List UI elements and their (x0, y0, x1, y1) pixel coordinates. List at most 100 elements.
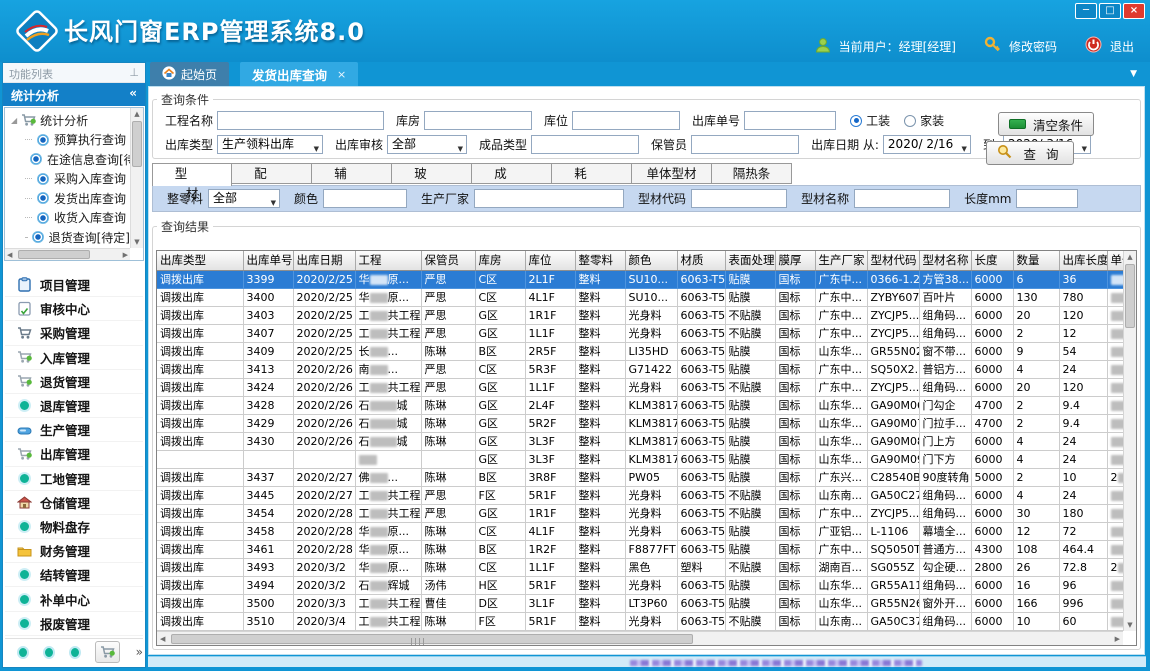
table-row[interactable]: G区3L3F整料KLM38176063-T5贴膜国标山东华...GA90M09.… (157, 450, 1123, 468)
table-row[interactable]: 调拨出库34372020/2/27佛...陈琳B区3R8F整料PW056063-… (157, 468, 1123, 486)
more-modules-icon[interactable]: » (136, 645, 143, 659)
column-header[interactable]: 型材代码 (867, 251, 919, 270)
table-row[interactable]: 调拨出库34002020/2/25华原...严思C区4L1F整料SU10...6… (157, 288, 1123, 306)
material-tab[interactable]: 耗材 (552, 163, 632, 184)
tab-shipping-outbound-query[interactable]: 发货出库查询 × (240, 62, 358, 86)
radio-unselected[interactable] (904, 115, 916, 127)
combo-1[interactable]: 全部 (387, 135, 467, 154)
table-row[interactable]: 调拨出库34282020/2/26石城陈琳G区2L4F整料KLM38176063… (157, 396, 1123, 414)
sidebar-group-item[interactable]: 采购管理 (5, 321, 143, 345)
input-2[interactable] (531, 135, 639, 154)
tree-root-node[interactable]: ◢ 统计分析 (11, 110, 130, 130)
input-2[interactable] (474, 189, 624, 208)
radio-label[interactable]: 工装 (866, 112, 890, 129)
column-header[interactable]: 型材名称 (919, 251, 971, 270)
tree-expander-icon[interactable]: ◢ (11, 116, 17, 125)
tree-item[interactable]: 发货出库查询 (25, 189, 130, 209)
material-tab[interactable]: 配件 (232, 163, 312, 184)
combo-0[interactable]: 生产领料出库 (217, 135, 323, 154)
close-button[interactable]: × (1123, 3, 1145, 19)
table-row[interactable]: 调拨出库34092020/2/25长...陈琳B区2R5F整料LI35HD606… (157, 342, 1123, 360)
material-tab[interactable]: 型材 (152, 163, 232, 186)
module-circle-icon[interactable] (43, 646, 55, 659)
input-1[interactable] (323, 189, 407, 208)
table-row[interactable]: 调拨出库34942020/3/2石辉城汤伟H区5R1F整料光身料6063-T5贴… (157, 576, 1123, 594)
table-row[interactable]: 调拨出库34612020/2/28华原...陈琳B区1R2F整料F8877FT6… (157, 540, 1123, 558)
tree-vertical-scrollbar[interactable]: ▲ ▼ (130, 108, 143, 248)
input-4[interactable] (854, 189, 950, 208)
tree-item[interactable]: 收货入库查询 (25, 208, 130, 228)
clear-conditions-button[interactable]: 清空条件 (998, 112, 1094, 136)
sidebar-group-item[interactable]: 退货管理 (5, 370, 143, 394)
input-3[interactable] (691, 189, 787, 208)
sidebar-section-header[interactable]: 统计分析 « (3, 83, 145, 106)
table-row[interactable]: 调拨出库34302020/2/26石城陈琳G区3L3F整料KLM38176063… (157, 432, 1123, 450)
tree-horizontal-scrollbar[interactable]: ◀▶ (5, 248, 130, 260)
sidebar-group-item[interactable]: 仓储管理 (5, 491, 143, 515)
logout-link[interactable]: 退出 (1110, 38, 1134, 55)
input-3[interactable] (744, 111, 836, 130)
sidebar-group-item[interactable]: 出库管理 (5, 442, 143, 466)
cart-module-button[interactable] (95, 641, 120, 663)
tree-item[interactable]: 退货查询[待定] (25, 228, 130, 248)
column-header[interactable]: 材质 (677, 251, 725, 270)
table-row[interactable]: 调拨出库34242020/2/26工共工程严思G区1L1F整料光身料6063-T… (157, 378, 1123, 396)
column-header[interactable]: 整零料 (575, 251, 625, 270)
radio-label[interactable]: 家装 (920, 112, 944, 129)
table-row[interactable]: 调拨出库34132020/2/26南...严思C区5R3F整料G71422606… (157, 360, 1123, 378)
column-header[interactable]: 长度 (971, 251, 1013, 270)
input-2[interactable] (572, 111, 680, 130)
sidebar-group-item[interactable]: 财务管理 (5, 539, 143, 563)
sidebar-group-item[interactable]: 项目管理 (5, 273, 143, 297)
sidebar-group-item[interactable]: 退库管理 (5, 394, 143, 418)
combo-4[interactable]: 2020/ 2/16 (883, 135, 971, 154)
tree-item[interactable]: 在途信息查询[待 (25, 150, 130, 170)
tab-list-caret-icon[interactable]: ▼ (1130, 69, 1137, 79)
column-header[interactable]: 数量 (1013, 251, 1059, 270)
column-header[interactable]: 出库日期 (293, 251, 355, 270)
sidebar-group-item[interactable]: 结转管理 (5, 563, 143, 587)
table-row[interactable]: 调拨出库34582020/2/28华原...陈琳C区4L1F整料光身料6063-… (157, 522, 1123, 540)
radio-selected[interactable] (850, 115, 862, 127)
table-row[interactable]: 调拨出库33992020/2/25华原...严思C区2L1F整料SU10...6… (157, 270, 1123, 288)
column-header[interactable]: 表面处理 (725, 251, 775, 270)
tree-item[interactable]: 预算执行查询 (25, 130, 130, 150)
column-header[interactable]: 颜色 (625, 251, 677, 270)
column-header[interactable]: 生产厂家 (815, 251, 867, 270)
tree-item[interactable]: 采购入库查询 (25, 169, 130, 189)
material-tab[interactable]: 单体型材 (632, 163, 712, 184)
table-row[interactable]: 调拨出库34542020/2/28工共工程严思G区1R1F整料光身料6063-T… (157, 504, 1123, 522)
sidebar-group-item[interactable]: 生产管理 (5, 418, 143, 442)
column-header[interactable]: 单价 (1107, 251, 1123, 270)
column-header[interactable]: 出库单号 (243, 251, 293, 270)
table-row[interactable]: 调拨出库34292020/2/26石城陈琳G区5R2F整料KLM38176063… (157, 414, 1123, 432)
change-password-link[interactable]: 修改密码 (1009, 38, 1057, 55)
sidebar-group-item[interactable]: 报废管理 (5, 612, 143, 636)
input-3[interactable] (691, 135, 799, 154)
material-tab[interactable]: 玻璃 (392, 163, 472, 184)
material-tab[interactable]: 辅材 (312, 163, 392, 184)
material-tab[interactable]: 成品 (472, 163, 552, 184)
column-header[interactable]: 库房 (475, 251, 525, 270)
column-header[interactable]: 膜厚 (775, 251, 815, 270)
table-horizontal-scrollbar[interactable]: ◀ ▶ (157, 631, 1123, 645)
input-0[interactable] (217, 111, 384, 130)
collapse-icon[interactable]: « (129, 86, 137, 100)
table-row[interactable]: 调拨出库34032020/2/25工共工程严思G区1R1F整料光身料6063-T… (157, 306, 1123, 324)
table-row[interactable]: 调拨出库35102020/3/4工共工程陈琳F区5R1F整料光身料6063-T5… (157, 612, 1123, 630)
column-header[interactable]: 保管员 (421, 251, 475, 270)
column-header[interactable]: 工程 (355, 251, 421, 270)
input-1[interactable] (424, 111, 532, 130)
input-5[interactable] (1016, 189, 1078, 208)
table-row[interactable]: 调拨出库35002020/3/3工共工程曹佳D区3L1F整料LT3P606063… (157, 594, 1123, 612)
sidebar-group-item[interactable]: 入库管理 (5, 346, 143, 370)
table-row[interactable]: 调拨出库34932020/3/2华原...陈琳C区1L1F整料黑色塑料不贴膜国标… (157, 558, 1123, 576)
sidebar-group-item[interactable]: 审核中心 (5, 297, 143, 321)
column-header[interactable]: 库位 (525, 251, 575, 270)
sidebar-group-item[interactable]: 补单中心 (5, 587, 143, 611)
tab-home[interactable]: 起始页 (150, 62, 229, 86)
tab-close-icon[interactable]: × (337, 68, 346, 81)
table-vertical-scrollbar[interactable]: ▲ ▼ (1123, 251, 1136, 631)
column-header[interactable]: 出库长度 (1059, 251, 1107, 270)
table-row[interactable]: 调拨出库34452020/2/27工共工程严思F区5R1F整料光身料6063-T… (157, 486, 1123, 504)
